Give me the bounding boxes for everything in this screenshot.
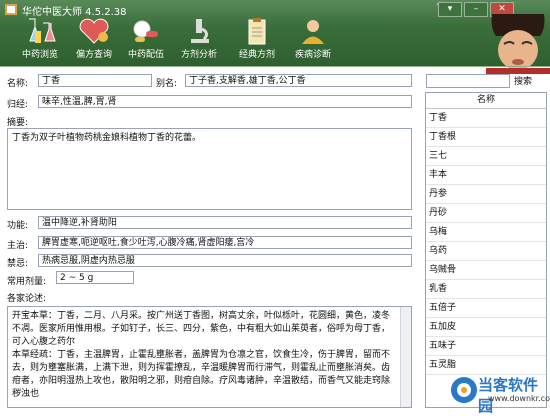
doctor-icon: [302, 20, 324, 44]
summary-textarea[interactable]: 丁香为双子叶植物药桃金娘科植物丁香的花蕾。: [7, 128, 412, 210]
search-button[interactable]: 搜索: [514, 74, 532, 87]
list-item[interactable]: 乳香: [426, 280, 546, 299]
list-item[interactable]: 丰本: [426, 166, 546, 185]
list-item[interactable]: 乌梅: [426, 223, 546, 242]
header-divider: [0, 66, 550, 67]
meridian-label: 归经:: [7, 100, 29, 110]
window-title: 华佗中医大师 4.5.2.38: [22, 7, 127, 18]
clipboard-icon: [248, 18, 266, 45]
indication-label: 主治:: [7, 241, 29, 251]
toolbar-btn-5[interactable]: 疾病诊断: [286, 17, 340, 65]
minimize-button[interactable]: –: [464, 2, 488, 17]
list-item[interactable]: 丹砂: [426, 204, 546, 223]
flask-icon: [29, 18, 56, 43]
commentary-textarea[interactable]: 开宝本草：丁香，二月、八月采。按广州送丁香图，树高丈余，叶似栎叶，花圆细，黄色，…: [7, 306, 412, 408]
toolbar-label-5: 疾病诊断: [294, 50, 331, 60]
watermark-url: www.downkr.com: [488, 394, 550, 403]
app-header: 华佗中医大师 4.5.2.38 👕 ▾ – ✕ 中药浏览 偏方查询 中药配伍 方…: [0, 0, 550, 74]
heart-icon: [79, 18, 109, 44]
list-item[interactable]: 五倍子: [426, 299, 546, 318]
site-watermark: 当客软件园 www.downkr.com: [448, 372, 550, 415]
physician-portrait-image: [486, 14, 550, 74]
list-item[interactable]: 丹参: [426, 185, 546, 204]
meridian-field[interactable]: 味辛,性温,脾,胃,肾: [38, 95, 412, 108]
toolbar-label-2: 中药配伍: [127, 50, 164, 60]
name-field[interactable]: 丁香: [38, 74, 152, 87]
dose-label: 常用剂量:: [7, 277, 47, 287]
toolbar-label-3: 方剂分析: [180, 50, 217, 60]
commentary-scrollbar[interactable]: [400, 307, 411, 407]
list-item[interactable]: 五加皮: [426, 318, 546, 337]
dose-field[interactable]: 2 ~ 5 g: [56, 271, 134, 284]
list-item[interactable]: 丁香根: [426, 128, 546, 147]
pills-icon: [133, 20, 158, 42]
function-label: 功能:: [7, 221, 29, 231]
toolbar-btn-3[interactable]: 方剂分析: [172, 17, 226, 65]
list-item[interactable]: 五味子: [426, 337, 546, 356]
toolbar-label-1: 偏方查询: [75, 50, 112, 60]
toolbar-btn-2[interactable]: 中药配伍: [119, 17, 173, 65]
toolbar-btn-0[interactable]: 中药浏览: [13, 17, 67, 65]
alias-label: 别名:: [156, 79, 178, 89]
alias-field[interactable]: 丁子香,支解香,雄丁香,公丁香: [185, 74, 412, 87]
function-field[interactable]: 温中降逆,补肾助阳: [38, 216, 412, 229]
name-label: 名称:: [7, 79, 29, 89]
contraindication-label: 禁忌:: [7, 259, 29, 269]
herb-list: 名称 丁香 丁香根 三七 丰本 丹参 丹砂 乌梅 乌药 乌贼骨 乳香 五倍子 五…: [425, 92, 547, 408]
contraindication-field[interactable]: 热病忌服,阴虚内热忌服: [38, 254, 412, 267]
toolbar-label-0: 中药浏览: [21, 50, 58, 60]
list-item[interactable]: 丁香: [426, 109, 546, 128]
app-logo-icon: [5, 4, 17, 15]
search-input[interactable]: [426, 74, 510, 88]
summary-label: 摘要:: [7, 118, 29, 128]
list-header: 名称: [426, 93, 546, 109]
menu-button[interactable]: ▾: [438, 2, 462, 17]
microscope-icon: [191, 19, 209, 43]
indication-field[interactable]: 脾胃虚寒,呃逆呕吐,食少吐泻,心腹冷痛,肾虚阳痿,宫冷: [38, 236, 412, 249]
list-item[interactable]: 三七: [426, 147, 546, 166]
watermark-logo-icon: [451, 377, 477, 403]
list-item[interactable]: 乌贼骨: [426, 261, 546, 280]
commentary-label: 各家论述:: [7, 294, 47, 304]
toolbar-label-4: 经典方剂: [238, 50, 275, 60]
list-item[interactable]: 乌药: [426, 242, 546, 261]
toolbar-btn-4[interactable]: 经典方剂: [230, 17, 284, 65]
toolbar-btn-1[interactable]: 偏方查询: [67, 17, 121, 65]
